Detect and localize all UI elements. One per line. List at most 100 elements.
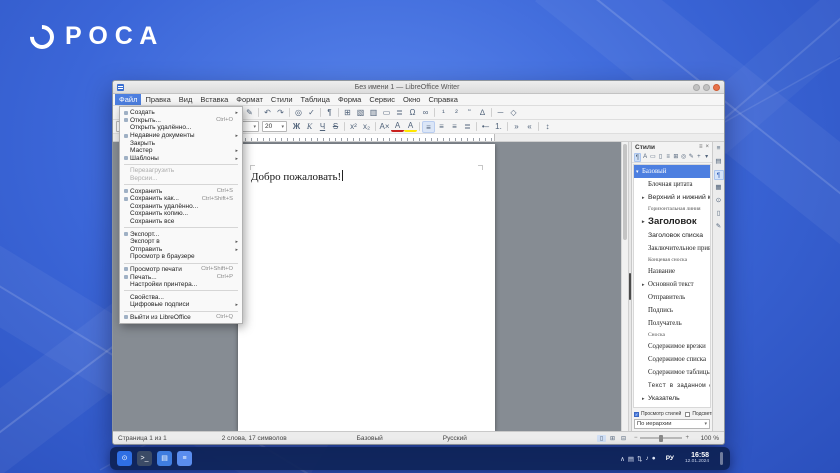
clone-formatting-button[interactable]: ✎ <box>243 107 256 119</box>
style-item[interactable]: Горизонтальная линия <box>634 204 710 214</box>
increase-indent-button[interactable]: » <box>510 121 523 133</box>
window-titlebar[interactable]: Без имени 1 — LibreOffice Writer <box>113 81 724 94</box>
file-menu-recent[interactable]: Недавние документы <box>120 132 242 140</box>
vertical-scrollbar[interactable] <box>621 142 628 431</box>
insert-image-button[interactable]: ▧ <box>354 107 367 119</box>
file-menu-reload[interactable]: Перезагрузить <box>120 167 242 175</box>
decrease-indent-button[interactable]: « <box>523 121 536 133</box>
text-language[interactable]: Русский <box>443 435 467 442</box>
volume-icon[interactable]: ♪ <box>646 455 649 462</box>
page-styles-button[interactable]: ▯ <box>657 153 664 162</box>
font-size-combo[interactable]: 20 ▾ <box>262 121 287 132</box>
file-menu-exit[interactable]: Выйти из LibreOffice Ctrl+Q <box>120 314 242 322</box>
style-item[interactable]: Заголовок списка <box>634 229 710 242</box>
menu-insert[interactable]: Вставка <box>196 94 232 105</box>
page-style[interactable]: Базовый <box>357 435 383 442</box>
basic-shapes-button[interactable]: ◇ <box>507 107 520 119</box>
style-item[interactable]: Получатель <box>634 317 710 330</box>
menu-file[interactable]: Файл <box>115 94 141 105</box>
clock[interactable]: 16:58 12.01.2024 <box>685 452 709 465</box>
maximize-button[interactable] <box>703 84 710 91</box>
preview-checkbox[interactable]: Просмотр стилей <box>634 411 681 417</box>
zoom-slider-thumb[interactable] <box>659 435 663 442</box>
paragraph-styles-button[interactable]: ¶ <box>634 153 641 162</box>
formatting-marks-button[interactable]: ¶ <box>323 107 336 119</box>
keyboard-layout-indicator[interactable]: РУ <box>666 455 674 462</box>
file-menu-save-all[interactable]: Сохранить все <box>120 218 242 226</box>
insert-endnote-button[interactable]: ² <box>450 107 463 119</box>
style-item[interactable]: Подпись <box>634 304 710 317</box>
file-menu-open-remote[interactable]: Открыть удалённо... <box>120 124 242 132</box>
tray-expander-icon[interactable]: ∧ <box>620 455 625 463</box>
word-count[interactable]: 2 слова, 17 символов <box>222 435 287 442</box>
file-menu-save-copy[interactable]: Сохранить копию... <box>120 210 242 218</box>
style-item[interactable]: Блочная цитата <box>634 178 710 191</box>
menu-edit[interactable]: Правка <box>141 94 174 105</box>
show-desktop-button[interactable] <box>720 452 723 465</box>
notifications-icon[interactable]: ● <box>652 455 656 462</box>
unordered-list-button[interactable]: •– <box>479 121 492 133</box>
document-page[interactable]: Добро пожаловать! <box>238 144 495 431</box>
menu-view[interactable]: Вид <box>175 94 197 105</box>
bold-button[interactable]: Ж <box>290 121 303 133</box>
style-item[interactable]: ▸ Основной текст <box>634 278 710 291</box>
scrollbar-thumb[interactable] <box>623 144 627 240</box>
align-center-button[interactable]: ≡ <box>435 121 448 133</box>
style-item[interactable]: Название <box>634 265 710 278</box>
file-menu-close[interactable]: Закрыть <box>120 139 242 147</box>
align-left-button[interactable]: ≡ <box>422 121 435 133</box>
file-menu-send[interactable]: Отправить <box>120 246 242 254</box>
taskbar-files-button[interactable]: ▤ <box>157 451 172 466</box>
style-item[interactable]: Текст в заданном формате <box>634 379 710 392</box>
file-menu-properties[interactable]: Свойства... <box>120 293 242 301</box>
style-item[interactable]: ▸ Верхний и нижний колонтитул <box>634 191 710 204</box>
insert-comment-button[interactable]: “ <box>463 107 476 119</box>
style-item[interactable]: Содержимое списка <box>634 353 710 366</box>
frame-styles-button[interactable]: ▭ <box>649 153 656 162</box>
file-menu-templates[interactable]: Шаблоны <box>120 155 242 163</box>
file-menu-save-remote[interactable]: Сохранить удалённо... <box>120 203 242 211</box>
file-menu-versions[interactable]: Версии... <box>120 175 242 183</box>
insert-footnote-button[interactable]: ¹ <box>437 107 450 119</box>
style-item[interactable]: Содержимое таблицы <box>634 366 710 379</box>
style-item[interactable]: ▸ Указатель <box>634 392 710 405</box>
multi-page-view-button[interactable]: ⊞ <box>608 435 617 442</box>
style-item[interactable]: Содержимое врезки <box>634 340 710 353</box>
style-actions-button[interactable]: ▾ <box>703 153 710 162</box>
file-menu-open[interactable]: Открыть... Ctrl+O <box>120 117 242 125</box>
taskbar-launcher-button[interactable]: ⊙ <box>117 451 132 466</box>
style-filter-select[interactable]: По иерархии ▾ <box>634 419 710 429</box>
fill-format-button[interactable]: ✎ <box>688 153 695 162</box>
file-menu-print[interactable]: Печать... Ctrl+P <box>120 273 242 281</box>
taskbar-terminal-button[interactable]: >_ <box>137 451 152 466</box>
menu-tools[interactable]: Сервис <box>365 94 399 105</box>
insert-page-break-button[interactable]: ≣ <box>393 107 406 119</box>
style-item[interactable]: Отправитель <box>634 291 710 304</box>
file-menu-digital-signatures[interactable]: Цифровые подписи <box>120 301 242 309</box>
menu-styles[interactable]: Стили <box>267 94 297 105</box>
strikethrough-button[interactable]: S <box>329 121 342 133</box>
menu-help[interactable]: Справка <box>424 94 461 105</box>
zoom-in-icon[interactable]: + <box>685 435 689 441</box>
redo-button[interactable]: ↷ <box>274 107 287 119</box>
minimize-button[interactable] <box>693 84 700 91</box>
panel-close-icon[interactable]: × <box>705 144 709 150</box>
file-menu-export-as[interactable]: Экспорт в <box>120 238 242 246</box>
italic-button[interactable]: К <box>303 121 316 133</box>
tab-page[interactable]: ▯ <box>714 209 724 219</box>
sidebar-splitter[interactable] <box>628 142 631 431</box>
align-right-button[interactable]: ≡ <box>448 121 461 133</box>
menu-format[interactable]: Формат <box>232 94 267 105</box>
network-icon[interactable]: ⇅ <box>637 455 642 463</box>
menu-window[interactable]: Окно <box>399 94 424 105</box>
character-styles-button[interactable]: A <box>642 153 649 162</box>
track-changes-button[interactable]: ∆ <box>476 107 489 119</box>
tab-styles[interactable]: ¶ <box>714 170 724 180</box>
insert-textbox-button[interactable]: ▭ <box>380 107 393 119</box>
style-item[interactable]: ▾ Базовый <box>634 165 710 178</box>
clear-formatting-button[interactable]: A× <box>378 121 391 133</box>
sidebar-menu-icon[interactable]: ≡ <box>714 144 724 154</box>
new-style-button[interactable]: + <box>696 153 703 162</box>
tab-navigator[interactable]: ⊙ <box>714 196 724 206</box>
zoom-out-icon[interactable]: − <box>634 435 638 441</box>
